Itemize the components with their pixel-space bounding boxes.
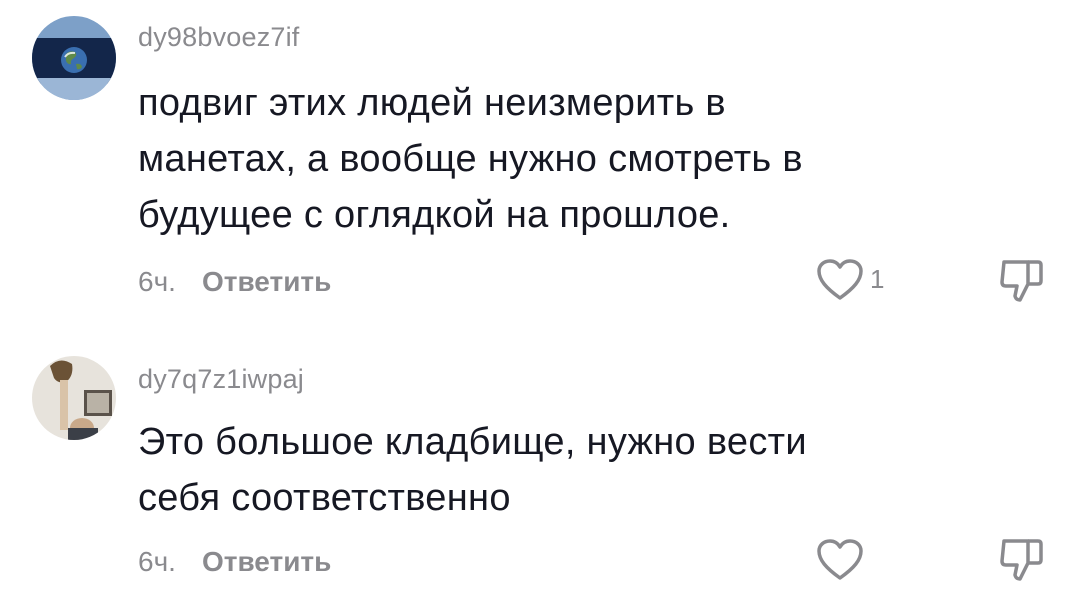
comment-time: 6ч.	[138, 546, 176, 577]
comment-username[interactable]: dy98bvoez7if	[138, 22, 300, 53]
comment-text-line: Это большое кладбище, нужно вести	[138, 421, 807, 463]
heart-outline-icon	[817, 539, 863, 580]
comment-text-line: будущее с оглядкой на прошлое.	[138, 194, 731, 236]
avatar[interactable]	[32, 16, 116, 100]
heart-outline-icon	[817, 259, 863, 300]
like-count: 1	[870, 264, 885, 294]
earth-flag-avatar-icon	[32, 16, 116, 100]
like-button[interactable]	[816, 538, 864, 582]
comment-text: подвиг этих людей неизмерить в манетах, …	[138, 75, 918, 243]
comment-meta: 6ч. Ответить	[138, 266, 331, 298]
dislike-button[interactable]	[998, 535, 1046, 585]
avatar[interactable]	[32, 356, 116, 440]
person-photo-avatar-icon	[32, 356, 116, 440]
comment-text-line: себя соответственно	[138, 477, 511, 519]
reply-button[interactable]: Ответить	[202, 266, 331, 297]
reply-button[interactable]: Ответить	[202, 546, 331, 577]
comment-text: Это большое кладбище, нужно вести себя с…	[138, 414, 918, 526]
like-button[interactable]	[816, 258, 864, 302]
comment-username[interactable]: dy7q7z1iwpaj	[138, 364, 304, 395]
comment-text-line: манетах, а вообще нужно смотреть в	[138, 138, 803, 180]
comment-text-line: подвиг этих людей неизмерить в	[138, 82, 726, 124]
thumbs-down-outline-icon	[1000, 539, 1043, 581]
thumbs-down-outline-icon	[1000, 260, 1043, 302]
comment-time: 6ч.	[138, 266, 176, 297]
dislike-button[interactable]	[998, 256, 1046, 306]
comment-meta: 6ч. Ответить	[138, 546, 331, 578]
